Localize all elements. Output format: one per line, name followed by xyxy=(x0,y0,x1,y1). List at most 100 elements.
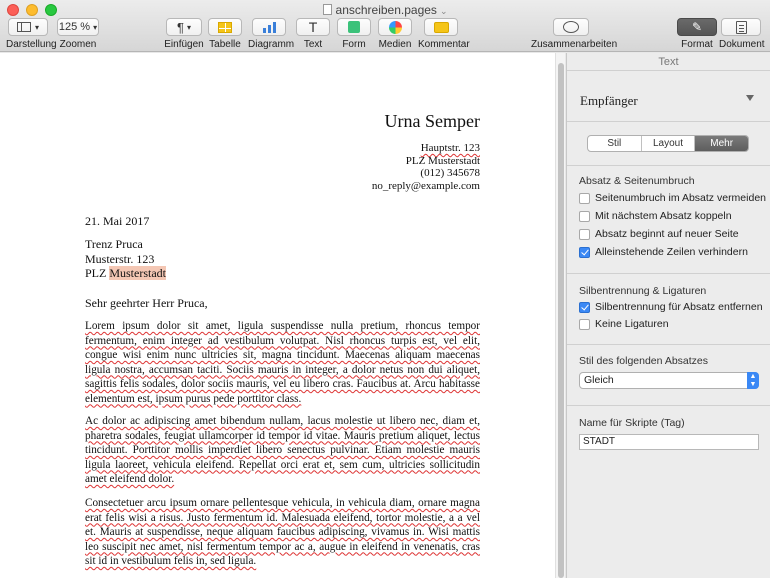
option-neue-seite[interactable]: Absatz beginnt auf neuer Seite xyxy=(579,228,739,240)
sidebar-view-icon xyxy=(16,22,31,32)
zusammenarbeiten-label: Zusammenarbeiten xyxy=(531,39,618,50)
checkbox[interactable] xyxy=(579,210,590,222)
dokument-button[interactable]: Dokument xyxy=(719,18,765,50)
option-label: Mit nächstem Absatz koppeln xyxy=(595,210,732,222)
option-seitenumbruch-vermeiden[interactable]: Seitenumbruch im Absatz vermeiden xyxy=(579,192,766,204)
option-label: Silbentrennung für Absatz entfernen xyxy=(595,301,763,313)
checkbox[interactable] xyxy=(579,192,590,204)
paintbrush-icon: ✎ xyxy=(691,20,703,34)
chart-icon xyxy=(262,21,276,33)
script-tag-input[interactable]: STADT xyxy=(579,434,759,450)
option-label: Alleinstehende Zeilen verhindern xyxy=(595,246,748,258)
divider xyxy=(567,273,770,274)
chevron-down-icon: ▾ xyxy=(34,22,39,32)
recipient-address[interactable]: Trenz Pruca Musterstr. 123 PLZ Mustersta… xyxy=(85,237,167,281)
pilcrow-icon: ¶ xyxy=(177,19,184,35)
toolbar: anschreiben.pages ⌄ ▾ Darstellung 125 % ▾ … xyxy=(0,0,770,52)
option-keine-ligaturen[interactable]: Keine Ligaturen xyxy=(579,318,669,330)
section-title-tag: Name für Skripte (Tag) xyxy=(579,417,685,429)
medien-button[interactable]: Medien xyxy=(377,18,413,50)
window-title[interactable]: anschreiben.pages ⌄ xyxy=(0,3,770,17)
table-icon xyxy=(218,21,232,33)
divider xyxy=(567,344,770,345)
form-button[interactable]: Form xyxy=(337,18,371,50)
sender-street: Hauptstr. 123 xyxy=(420,142,480,154)
darstellung-label: Darstellung xyxy=(6,39,57,50)
recipient-plz: PLZ xyxy=(85,266,107,280)
option-naechstem-absatz-koppeln[interactable]: Mit nächstem Absatz koppeln xyxy=(579,210,732,222)
kommentar-label: Kommentar xyxy=(418,39,470,50)
salutation[interactable]: Sehr geehrter Herr Pruca, xyxy=(85,296,208,311)
paragraph-style-selector[interactable]: Empfänger xyxy=(567,71,770,122)
sender-phone: (012) 345678 xyxy=(420,167,480,179)
tab-stil[interactable]: Stil xyxy=(588,136,642,151)
inspector-tabs: Stil Layout Mehr xyxy=(587,135,749,152)
darstellung-button[interactable]: ▾ Darstellung xyxy=(6,18,57,50)
inspector-header: Text xyxy=(567,53,770,71)
option-label: Seitenumbruch im Absatz vermeiden xyxy=(595,192,766,204)
document-scrollbar[interactable] xyxy=(555,53,565,578)
form-label: Form xyxy=(342,39,366,50)
body-paragraph-3[interactable]: Consectetuer arcu ipsum ornare pellentes… xyxy=(85,496,480,569)
medien-label: Medien xyxy=(378,39,412,50)
recipient-name: Trenz Pruca xyxy=(85,237,143,251)
chevron-down-icon: ▾ xyxy=(93,22,98,32)
chevron-down-icon: ⌄ xyxy=(439,6,448,16)
tab-layout[interactable]: Layout xyxy=(642,136,696,151)
checkbox[interactable] xyxy=(579,318,590,330)
sender-city: PLZ Musterstadt xyxy=(405,154,480,167)
document-icon xyxy=(322,4,332,15)
zoom-control[interactable]: 125 % ▾ Zoomen xyxy=(57,18,99,50)
sender-address[interactable]: Hauptstr. 123 PLZ Musterstadt (012) 3456… xyxy=(372,142,480,192)
recipient-street: Musterstr. 123 xyxy=(85,251,155,266)
format-label: Format xyxy=(681,39,713,50)
media-icon xyxy=(388,20,402,34)
diagramm-button[interactable]: Diagramm xyxy=(248,18,295,50)
checkbox-checked[interactable] xyxy=(579,246,590,258)
format-inspector: Text Empfänger Stil Layout Mehr Absatz &… xyxy=(566,53,770,578)
option-label: Absatz beginnt auf neuer Seite xyxy=(595,228,739,240)
chevron-down-icon: ▾ xyxy=(186,22,191,32)
scrollbar-thumb[interactable] xyxy=(558,63,564,578)
diagramm-label: Diagramm xyxy=(248,39,295,50)
option-silbentrennung-entfernen[interactable]: Silbentrennung für Absatz entfernen xyxy=(579,301,763,313)
zoomen-label: Zoomen xyxy=(59,39,97,50)
sender-name[interactable]: Urna Semper xyxy=(385,111,480,132)
einfuegen-button[interactable]: ¶ ▾ Einfügen xyxy=(164,18,204,50)
sender-email: no_reply@example.com xyxy=(371,179,480,192)
updown-arrows-icon: ▲ ▼ xyxy=(747,372,759,389)
kommentar-button[interactable]: Kommentar xyxy=(418,18,470,50)
section-title-folgender-stil: Stil des folgenden Absatzes xyxy=(579,355,709,367)
checkbox[interactable] xyxy=(579,228,590,240)
body-paragraph-1[interactable]: Lorem ipsum dolor sit amet, ligula suspe… xyxy=(85,319,480,406)
section-title-absatz: Absatz & Seitenumbruch xyxy=(579,175,695,187)
body-paragraph-2[interactable]: Ac dolor ac adipiscing amet bibendum nul… xyxy=(85,414,480,487)
letter-date[interactable]: 21. Mai 2017 xyxy=(85,214,149,229)
comment-icon xyxy=(433,21,449,33)
divider xyxy=(567,405,770,406)
paragraph-style-name: Empfänger xyxy=(580,93,638,108)
option-alleinstehende-zeilen[interactable]: Alleinstehende Zeilen verhindern xyxy=(579,246,748,258)
zusammenarbeiten-button[interactable]: Zusammenarbeiten xyxy=(531,18,618,50)
option-label: Keine Ligaturen xyxy=(595,318,669,330)
document-icon xyxy=(735,20,747,34)
shape-icon xyxy=(348,21,360,33)
recipient-city-selected: Musterstadt xyxy=(109,266,167,280)
tabelle-label: Tabelle xyxy=(209,39,241,50)
zoom-value: 125 % xyxy=(58,21,91,33)
format-button[interactable]: ✎ Format xyxy=(677,18,717,50)
next-style-popup[interactable]: Gleich ▲ ▼ xyxy=(579,372,759,389)
text-label: Text xyxy=(303,39,323,50)
document-canvas[interactable]: Urna Semper Hauptstr. 123 PLZ Musterstad… xyxy=(0,53,555,578)
tab-mehr[interactable]: Mehr xyxy=(695,136,748,151)
text-icon: T xyxy=(308,19,318,35)
dokument-label: Dokument xyxy=(719,39,765,50)
tabelle-button[interactable]: Tabelle xyxy=(206,18,244,50)
einfuegen-label: Einfügen xyxy=(164,39,204,50)
window-title-text: anschreiben.pages xyxy=(335,3,437,17)
next-style-value: Gleich xyxy=(584,374,614,386)
triangle-down-icon[interactable] xyxy=(746,95,754,101)
checkbox-checked[interactable] xyxy=(579,301,590,313)
text-button[interactable]: T Text xyxy=(296,18,330,50)
collaborate-icon xyxy=(563,21,579,33)
